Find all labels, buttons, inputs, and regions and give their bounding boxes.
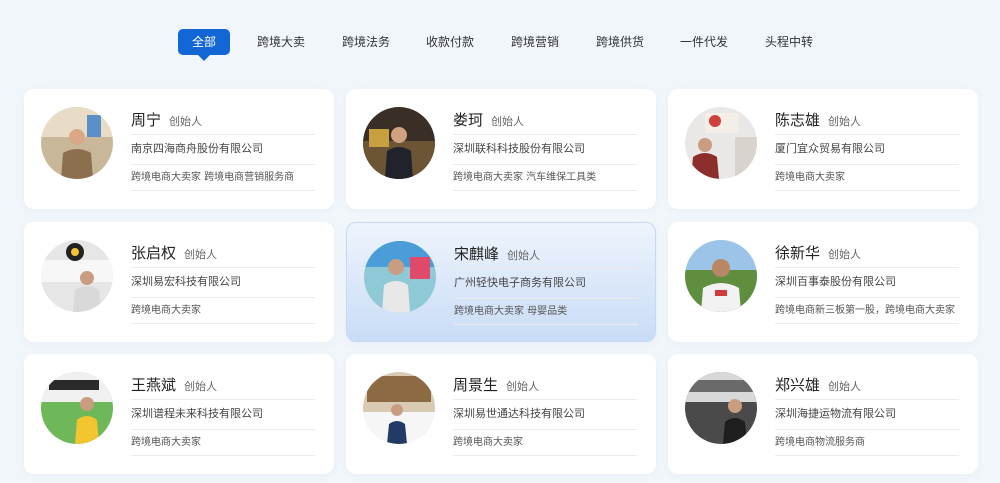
- founder-name: 徐新华: [775, 244, 821, 262]
- category-tabs: 全部 跨境大卖 跨境法务 收款付款 跨境营销 跨境供货 一件代发 头程中转: [0, 29, 1000, 61]
- founder-role: 创始人: [828, 115, 862, 128]
- tab-cross-border-marketing[interactable]: 跨境营销: [511, 29, 559, 55]
- founder-card[interactable]: 王燕斌 创始人 深圳谱程未来科技有限公司 跨境电商大卖家: [24, 354, 334, 474]
- founder-tags: 跨境电商大卖家: [131, 304, 315, 324]
- founder-role: 创始人: [169, 115, 203, 128]
- founder-name-row: 宋麒峰 创始人: [454, 243, 638, 269]
- founder-name-row: 周宁 创始人: [131, 109, 315, 135]
- founder-role: 创始人: [828, 380, 862, 393]
- tab-payments[interactable]: 收款付款: [426, 29, 474, 55]
- founder-name: 郑兴雄: [775, 376, 821, 394]
- founder-name: 张启权: [131, 244, 177, 262]
- founder-company: 南京四海商舟股份有限公司: [131, 141, 315, 165]
- tab-first-leg-transit[interactable]: 头程中转: [765, 29, 813, 55]
- founder-company: 深圳易宏科技有限公司: [131, 274, 315, 298]
- founder-company: 深圳谱程未来科技有限公司: [131, 406, 315, 430]
- founder-tags: 跨境电商大卖家 跨境电商营销服务商: [131, 171, 315, 191]
- founder-tags: 跨境电商物流服务商: [775, 436, 959, 456]
- founder-card[interactable]: 周宁 创始人 南京四海商舟股份有限公司 跨境电商大卖家 跨境电商营销服务商: [24, 89, 334, 209]
- founder-name: 宋麒峰: [454, 245, 500, 263]
- tab-cross-border-legal[interactable]: 跨境法务: [342, 29, 390, 55]
- tab-dropshipping[interactable]: 一件代发: [680, 29, 728, 55]
- founder-role: 创始人: [184, 380, 218, 393]
- founder-role: 创始人: [828, 248, 862, 261]
- founder-role: 创始人: [506, 380, 540, 393]
- founder-name: 娄珂: [453, 111, 484, 129]
- founder-name-row: 张启权 创始人: [131, 242, 315, 268]
- founder-avatar: [41, 372, 113, 444]
- founder-role: 创始人: [507, 249, 541, 262]
- tab-all[interactable]: 全部: [178, 29, 230, 61]
- founder-avatar: [364, 241, 436, 313]
- founder-name-row: 郑兴雄 创始人: [775, 374, 959, 400]
- founder-name: 王燕斌: [131, 376, 177, 394]
- founder-avatar: [363, 107, 435, 179]
- founder-card[interactable]: 周景生 创始人 深圳易世通达科技有限公司 跨境电商大卖家: [346, 354, 656, 474]
- founder-avatar: [685, 240, 757, 312]
- founder-name-row: 陈志雄 创始人: [775, 109, 959, 135]
- founder-avatar: [41, 107, 113, 179]
- founder-name-row: 徐新华 创始人: [775, 242, 959, 268]
- founder-tags: 跨境电商大卖家 母婴品类: [454, 305, 638, 325]
- founder-avatar: [363, 372, 435, 444]
- founder-card[interactable]: 徐新华 创始人 深圳百事泰股份有限公司 跨境电商新三板第一股，跨境电商大卖家: [668, 222, 978, 342]
- founder-name: 周宁: [131, 111, 162, 129]
- founder-company: 深圳易世通达科技有限公司: [453, 406, 637, 430]
- founder-tags: 跨境电商新三板第一股，跨境电商大卖家: [775, 304, 959, 324]
- founder-company: 深圳联科科技股份有限公司: [453, 141, 637, 165]
- founder-tags: 跨境电商大卖家: [131, 436, 315, 456]
- founder-tags: 跨境电商大卖家: [453, 436, 637, 456]
- founder-avatar: [685, 372, 757, 444]
- founder-name-row: 娄珂 创始人: [453, 109, 637, 135]
- founder-company: 深圳海捷运物流有限公司: [775, 406, 959, 430]
- founder-role: 创始人: [184, 248, 218, 261]
- founder-card-highlighted[interactable]: 宋麒峰 创始人 广州轻快电子商务有限公司 跨境电商大卖家 母婴品类: [346, 222, 656, 342]
- founder-tags: 跨境电商大卖家 汽车维保工具类: [453, 171, 637, 191]
- founder-company: 广州轻快电子商务有限公司: [454, 275, 638, 299]
- tab-cross-border-supply[interactable]: 跨境供货: [596, 29, 644, 55]
- founder-tags: 跨境电商大卖家: [775, 171, 959, 191]
- founder-name: 周景生: [453, 376, 499, 394]
- founder-name-row: 王燕斌 创始人: [131, 374, 315, 400]
- founder-avatar: [41, 240, 113, 312]
- founder-card[interactable]: 娄珂 创始人 深圳联科科技股份有限公司 跨境电商大卖家 汽车维保工具类: [346, 89, 656, 209]
- founder-name-row: 周景生 创始人: [453, 374, 637, 400]
- founder-role: 创始人: [491, 115, 525, 128]
- founder-card[interactable]: 郑兴雄 创始人 深圳海捷运物流有限公司 跨境电商物流服务商: [668, 354, 978, 474]
- founder-company: 深圳百事泰股份有限公司: [775, 274, 959, 298]
- founder-card[interactable]: 陈志雄 创始人 厦门宜众贸易有限公司 跨境电商大卖家: [668, 89, 978, 209]
- founder-company: 厦门宜众贸易有限公司: [775, 141, 959, 165]
- founder-card[interactable]: 张启权 创始人 深圳易宏科技有限公司 跨境电商大卖家: [24, 222, 334, 342]
- founder-avatar: [685, 107, 757, 179]
- founder-name: 陈志雄: [775, 111, 821, 129]
- tab-cross-border-seller[interactable]: 跨境大卖: [257, 29, 305, 55]
